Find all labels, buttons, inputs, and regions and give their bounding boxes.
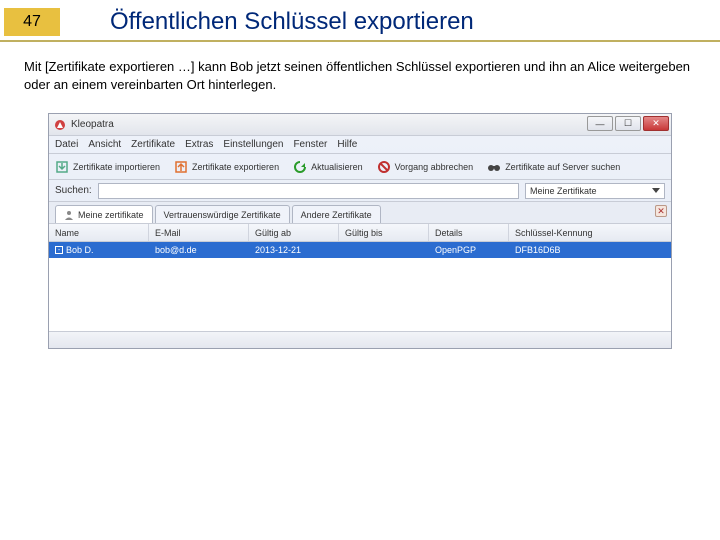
slide-header: 47 Öffentlichen Schlüssel exportieren <box>0 0 720 42</box>
menu-einstellungen[interactable]: Einstellungen <box>223 139 283 150</box>
menu-fenster[interactable]: Fenster <box>293 139 327 150</box>
tab-my-certs[interactable]: Meine zertifikate <box>55 205 153 223</box>
col-email[interactable]: E-Mail <box>149 224 249 241</box>
col-details[interactable]: Details <box>429 224 509 241</box>
slide-number: 47 <box>4 8 60 36</box>
row-expand-icon[interactable]: - <box>55 246 63 254</box>
slide-title: Öffentlichen Schlüssel exportieren <box>110 8 474 36</box>
user-icon <box>64 210 74 220</box>
tabs-row: Meine zertifikate Vertrauenswürdige Zert… <box>49 202 671 224</box>
menu-datei[interactable]: Datei <box>55 139 78 150</box>
table-header: Name E-Mail Gültig ab Gültig bis Details… <box>49 224 671 242</box>
toolbar-cancel-label: Vorgang abbrechen <box>395 162 474 172</box>
tab-other-certs-label: Andere Zertifikate <box>301 210 372 220</box>
menu-zertifikate[interactable]: Zertifikate <box>131 139 175 150</box>
import-icon <box>55 160 69 174</box>
toolbar-export[interactable]: Zertifikate exportieren <box>174 160 279 174</box>
cell-valid-from: 2013-12-21 <box>249 242 339 258</box>
cancel-icon <box>377 160 391 174</box>
search-row: Suchen: Meine Zertifikate <box>49 180 671 202</box>
kleopatra-window: Kleopatra — ☐ ✕ Datei Ansicht Zertifikat… <box>48 113 672 349</box>
menu-extras[interactable]: Extras <box>185 139 213 150</box>
search-scope-select[interactable]: Meine Zertifikate <box>525 183 665 199</box>
close-button[interactable]: ✕ <box>643 116 669 131</box>
slide-body-text: Mit [Zertifikate exportieren …] kann Bob… <box>0 52 720 93</box>
export-icon <box>174 160 188 174</box>
table-body: - Bob D. bob@d.de 2013-12-21 OpenPGP DFB… <box>49 242 671 332</box>
window-title: Kleopatra <box>71 119 114 130</box>
window-buttons: — ☐ ✕ <box>587 116 669 131</box>
toolbar-cancel[interactable]: Vorgang abbrechen <box>377 160 474 174</box>
col-valid-until[interactable]: Gültig bis <box>339 224 429 241</box>
col-name[interactable]: Name <box>49 224 149 241</box>
kleopatra-icon <box>53 118 67 132</box>
toolbar-server-search-label: Zertifikate auf Server suchen <box>505 162 620 172</box>
toolbar-server-search[interactable]: Zertifikate auf Server suchen <box>487 160 620 174</box>
table-row[interactable]: - Bob D. bob@d.de 2013-12-21 OpenPGP DFB… <box>49 242 671 258</box>
cell-key-id: DFB16D6B <box>509 242 671 258</box>
tab-trusted-certs-label: Vertrauenswürdige Zertifikate <box>164 210 281 220</box>
toolbar-import-label: Zertifikate importieren <box>73 162 160 172</box>
search-label: Suchen: <box>55 185 92 196</box>
chevron-down-icon <box>652 188 660 193</box>
statusbar <box>49 332 671 348</box>
tab-my-certs-label: Meine zertifikate <box>78 210 144 220</box>
tab-other-certs[interactable]: Andere Zertifikate <box>292 205 381 223</box>
window-titlebar: Kleopatra — ☐ ✕ <box>49 114 671 136</box>
toolbar-import[interactable]: Zertifikate importieren <box>55 160 160 174</box>
binoculars-icon <box>487 160 501 174</box>
menubar: Datei Ansicht Zertifikate Extras Einstel… <box>49 136 671 154</box>
refresh-icon <box>293 160 307 174</box>
toolbar: Zertifikate importieren Zertifikate expo… <box>49 154 671 180</box>
cell-email: bob@d.de <box>149 242 249 258</box>
maximize-button[interactable]: ☐ <box>615 116 641 131</box>
search-input[interactable] <box>98 183 519 199</box>
col-key-id[interactable]: Schlüssel-Kennung <box>509 224 671 241</box>
cell-details: OpenPGP <box>429 242 509 258</box>
tab-trusted-certs[interactable]: Vertrauenswürdige Zertifikate <box>155 205 290 223</box>
minimize-button[interactable]: — <box>587 116 613 131</box>
toolbar-refresh-label: Aktualisieren <box>311 162 363 172</box>
search-scope-value: Meine Zertifikate <box>530 186 597 196</box>
toolbar-export-label: Zertifikate exportieren <box>192 162 279 172</box>
cell-valid-until <box>339 242 429 258</box>
cell-name: - Bob D. <box>49 242 149 258</box>
col-valid-from[interactable]: Gültig ab <box>249 224 339 241</box>
close-tab-button[interactable]: ✕ <box>655 205 667 217</box>
menu-ansicht[interactable]: Ansicht <box>88 139 121 150</box>
toolbar-refresh[interactable]: Aktualisieren <box>293 160 363 174</box>
menu-hilfe[interactable]: Hilfe <box>337 139 357 150</box>
